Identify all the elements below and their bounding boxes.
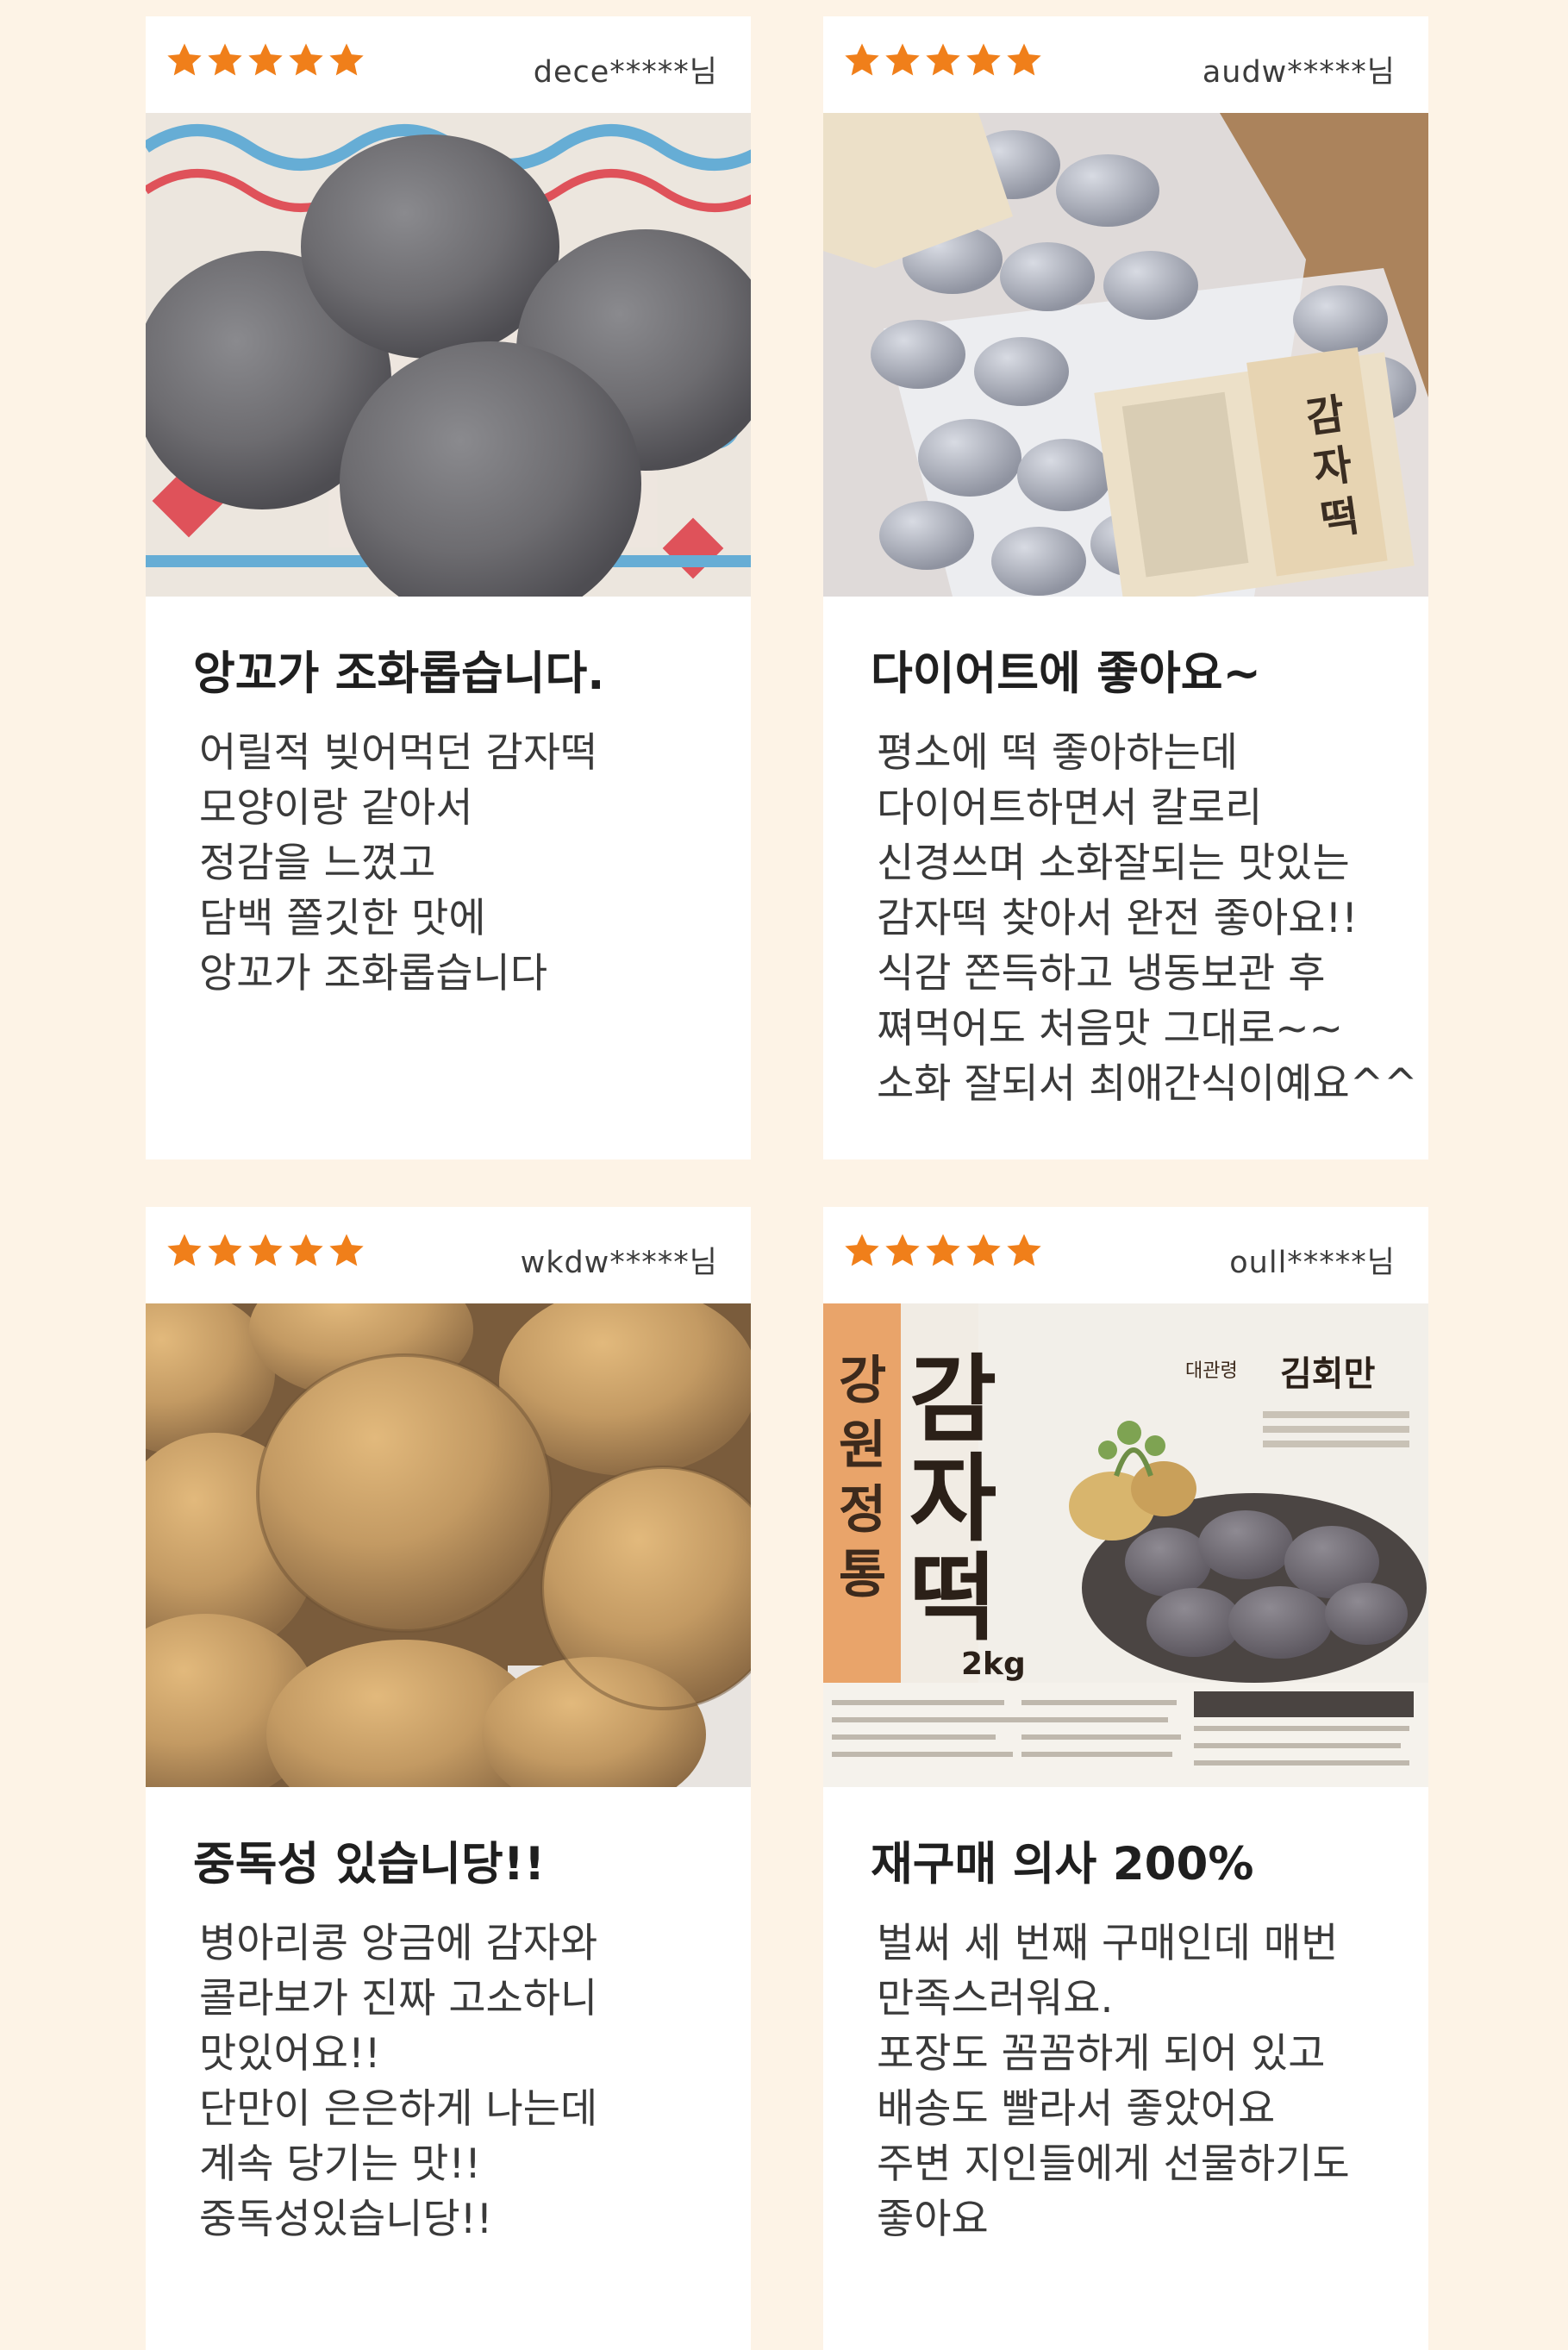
star-icon [923,1231,963,1271]
star-rating [842,41,1045,84]
star-icon [286,1231,326,1271]
star-icon [165,41,204,80]
reviewer-name: oull*****님 [1229,1246,1396,1280]
review-line: 단만이 은은하게 나는데 [199,2085,598,2133]
review-line: 맛있어요!! [199,2030,381,2078]
star-icon [286,41,326,80]
review-body: 병아리콩 앙금에 감자와 콜라보가 진짜 고소하니 맛있어요!! 단만이 은은하… [199,1916,734,2247]
review-title: 앙꼬가 조화롭습니다. [193,647,605,700]
review-title: 중독성 있습니당!! [193,1838,546,1891]
review-line: 만족스러워요. [877,1975,1114,2022]
star-icon [883,41,922,80]
review-line: 좋아요 [877,2196,989,2243]
star-icon [842,41,882,80]
review-card: oull*****님 강 원 정 통 감 자 떡 2kg 대관령 김회만 재구매… [823,1207,1428,2350]
svg-text:떡: 떡 [1318,492,1363,546]
star-icon [205,41,245,80]
review-line: 어릴적 빚어먹던 감자떡 [199,729,598,777]
star-icon [246,41,285,80]
review-line: 모양이랑 같아서 [199,784,473,832]
review-line: 계속 당기는 맛!! [199,2141,482,2188]
star-icon [327,41,366,80]
review-line: 중독성있습니당!! [199,2196,493,2243]
package-title-char: 떡 [909,1542,996,1653]
star-icon [923,41,963,80]
star-rating [842,1231,1045,1274]
review-photo[interactable] [146,1303,751,1787]
review-photo[interactable]: 감 자 떡 [823,113,1428,597]
review-line: 신경쓰며 소화잘되는 맛있는 [877,840,1350,887]
review-line: 배송도 빨라서 좋았어요 [877,2085,1276,2133]
review-photo[interactable]: 강 원 정 통 감 자 떡 2kg 대관령 김회만 [823,1303,1428,1787]
star-icon [964,1231,1003,1271]
review-line: 평소에 떡 좋아하는데 [877,729,1239,777]
review-line: 정감을 느꼈고 [199,840,436,887]
package-side-char: 통 [839,1545,886,1605]
star-icon [246,1231,285,1271]
review-card: audw*****님 감 자 떡 다이어트에 좋아요~ 평소에 떡 좋아하는데 … [823,16,1428,1159]
star-icon [883,1231,922,1271]
star-rating [165,41,367,84]
review-line: 쪄먹어도 처음맛 그대로~~ [877,1005,1344,1053]
svg-text:자: 자 [1310,441,1355,494]
star-icon [842,1231,882,1271]
review-card: wkdw*****님 중독성 있습니당!! 병아리콩 앙금에 감자와 콜라보가 … [146,1207,751,2350]
star-icon [165,1231,204,1271]
review-card: dece*****님 앙꼬가 조화롭습니다. 어릴적 빚어먹던 감자떡 모양이랑… [146,16,751,1159]
star-rating [165,1231,367,1274]
review-line: 병아리콩 앙금에 감자와 [199,1920,598,1967]
star-icon [964,41,1003,80]
review-line: 담백 쫄깃한 맛에 [199,895,486,942]
review-line: 감자떡 찾아서 완전 좋아요!! [877,895,1359,942]
package-title-char: 감 [909,1344,996,1455]
package-brand: 김회만 [1280,1353,1376,1394]
package-side-char: 정 [839,1480,886,1541]
review-line: 앙꼬가 조화롭습니다 [199,950,548,997]
star-icon [1004,41,1044,80]
package-brand-small: 대관령 [1185,1360,1238,1382]
review-body: 어릴적 빚어먹던 감자떡 모양이랑 같아서 정감을 느꼈고 담백 쫄깃한 맛에 … [199,726,734,1002]
review-photo[interactable] [146,113,751,597]
review-body: 평소에 떡 좋아하는데 다이어트하면서 칼로리 신경쓰며 소화잘되는 맛있는 감… [877,726,1418,1112]
package-title-char: 자 [909,1443,996,1554]
review-title: 재구매 의사 200% [871,1838,1254,1891]
package-side-char: 원 [839,1416,886,1476]
package-weight: 2kg [961,1647,1026,1682]
star-icon [1004,1231,1044,1271]
package-side-char: 강 [839,1351,886,1411]
reviewer-name: wkdw*****님 [520,1246,718,1280]
reviewer-name: dece*****님 [533,55,718,90]
review-line: 콜라보가 진짜 고소하니 [199,1975,598,2022]
review-line: 식감 쫀득하고 냉동보관 후 [877,950,1326,997]
star-icon [205,1231,245,1271]
review-title: 다이어트에 좋아요~ [871,647,1261,700]
review-line: 다이어트하면서 칼로리 [877,784,1263,832]
svg-text:감: 감 [1303,390,1348,443]
review-line: 주변 지인들에게 선물하기도 [877,2141,1350,2188]
review-body: 벌써 세 번째 구매인데 매번 만족스러워요. 포장도 꼼꼼하게 되어 있고 배… [877,1916,1411,2247]
review-line: 포장도 꼼꼼하게 되어 있고 [877,2030,1326,2078]
reviewer-name: audw*****님 [1202,55,1396,90]
review-line: 벌써 세 번째 구매인데 매번 [877,1920,1339,1967]
review-line: 소화 잘되서 최애간식이예요^^ [877,1060,1418,1108]
star-icon [327,1231,366,1271]
